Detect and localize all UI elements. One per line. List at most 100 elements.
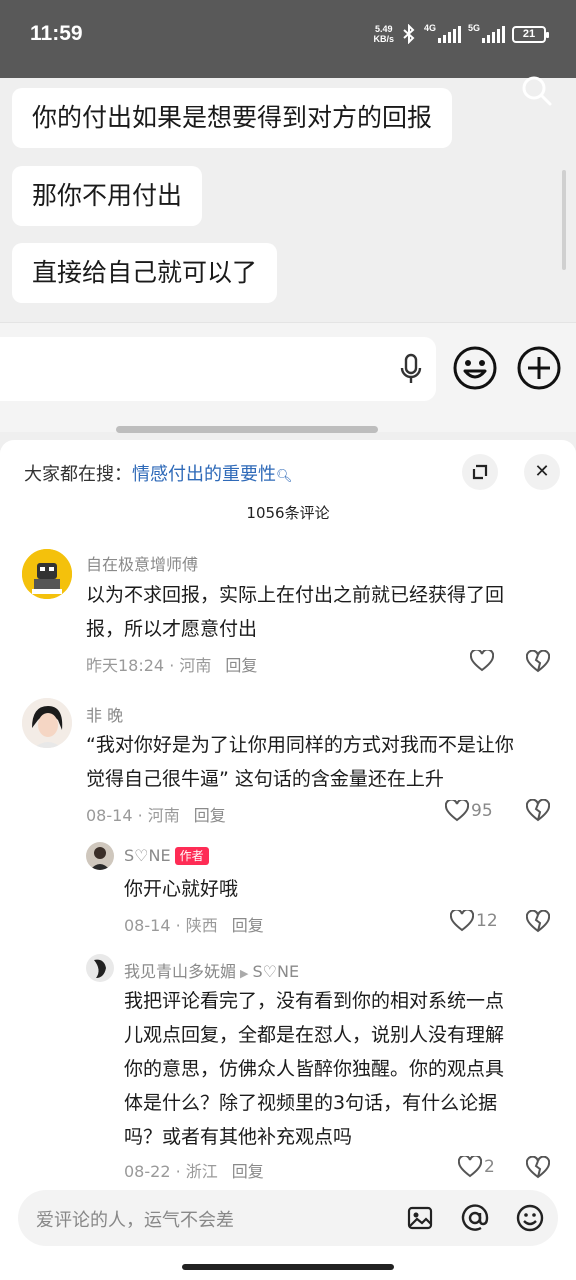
comment-username[interactable]: 非 晚 (86, 702, 123, 726)
reply-username-text[interactable]: 我见青山多妩媚 (124, 962, 236, 981)
expand-button[interactable] (462, 454, 498, 490)
comment-input[interactable]: 爱评论的人，运气不会差 (18, 1190, 558, 1246)
image-icon[interactable] (406, 1204, 434, 1232)
signal-4g-label: 4G (424, 23, 437, 33)
search-suggestion[interactable]: 大家都在搜：情感付出的重要性🔍︎ (24, 460, 293, 486)
broken-heart-icon[interactable] (526, 1156, 550, 1180)
like-button[interactable]: 12 (450, 910, 498, 932)
like-button[interactable]: 95 (445, 800, 493, 822)
reply-location: 浙江 (185, 1162, 218, 1181)
heart-icon (458, 1156, 482, 1178)
chat-input-bar (0, 322, 576, 432)
chat-bubble: 那你不用付出 (12, 166, 203, 226)
comment-username[interactable]: 自在极意增师傅 (86, 551, 198, 575)
battery-icon: 21 (512, 25, 549, 43)
status-icons: 5.49 KB/s 4G 5G 21 (373, 23, 549, 44)
status-bar: 11:59 5.49 KB/s 4G 5G 21 (0, 0, 576, 78)
signal-5g-label: 5G (468, 23, 481, 33)
comment-text-line: “我对你好是为了让你用同样的方式对我而不是让你 (86, 734, 514, 756)
net-speed-unit: KB/s (373, 34, 394, 44)
video-progress-bar[interactable] (116, 426, 378, 433)
avatar[interactable] (86, 954, 114, 982)
like-button[interactable] (470, 650, 496, 672)
reply-to-username[interactable]: S♡NE (252, 962, 299, 981)
reply-location: 陕西 (185, 916, 218, 935)
close-icon: ✕ (534, 461, 550, 482)
mention-icon[interactable] (461, 1204, 489, 1232)
search-icon[interactable] (520, 74, 554, 108)
comment-location: 河南 (147, 806, 180, 825)
search-small-icon: 🔍︎ (276, 469, 293, 484)
reply-button[interactable]: 回复 (194, 806, 226, 825)
comment-text: “我对你好是为了让你用同样的方式对我而不是让你 觉得自己很牛逼” 这句话的含金量… (86, 728, 514, 796)
signal-4g-icon: 4G (424, 23, 461, 43)
net-speed-value: 5.49 (374, 24, 393, 34)
chat-scrollbar (562, 170, 566, 270)
heart-icon (450, 910, 474, 932)
status-time: 11:59 (30, 22, 83, 45)
like-button[interactable]: 2 (458, 1156, 495, 1178)
emoji-icon[interactable] (516, 1204, 544, 1232)
reply-button[interactable]: 回复 (232, 916, 264, 935)
emoji-icon (453, 346, 497, 390)
heart-icon (470, 650, 494, 672)
reply-text-line: 你开心就好哦 (124, 878, 239, 900)
chat-input-field (0, 337, 436, 401)
reply-text: 你开心就好哦 (124, 872, 238, 906)
broken-heart-icon[interactable] (526, 910, 550, 934)
broken-heart-icon[interactable] (526, 650, 550, 674)
search-suggestion-prefix: 大家都在搜： (24, 464, 132, 485)
reply-text-line: 体是什么？除了视频里的3句话，有什么论据 (124, 1092, 498, 1114)
reply-button[interactable]: 回复 (225, 656, 257, 675)
comment-meta: 08-14 · 河南 回复 (86, 806, 226, 825)
comment-text-line: 觉得自己很牛逼” 这句话的含金量还在上升 (86, 768, 444, 790)
reply-time: 08-14 (124, 916, 171, 935)
net-speed: 5.49 KB/s (373, 24, 394, 44)
broken-heart-icon[interactable] (526, 799, 550, 823)
comment-text: 以为不求回报，实际上在付出之前就已经获得了回 报，所以才愿意付出 (86, 578, 504, 646)
avatar[interactable] (86, 842, 114, 870)
reply-text-line: 你的意思，仿佛众人皆醉你独醒。你的观点具 (124, 1058, 505, 1080)
avatar[interactable] (22, 549, 72, 599)
chat-bubble: 你的付出如果是想要得到对方的回报 (12, 88, 453, 148)
avatar[interactable] (22, 698, 72, 748)
reply-text-line: 儿观点回复，全都是在怼人，说别人没有理解 (124, 1024, 505, 1046)
avatar-image (22, 549, 72, 599)
expand-icon (472, 464, 488, 480)
reply-username[interactable]: S♡NE 作者 (124, 846, 209, 865)
search-suggestion-keyword[interactable]: 情感付出的重要性 (132, 464, 276, 485)
avatar-image (86, 954, 114, 982)
comment-input-placeholder: 爱评论的人，运气不会差 (36, 1210, 234, 1231)
reply-button[interactable]: 回复 (232, 1162, 264, 1181)
reply-arrow-icon: ▶ (240, 967, 249, 980)
reply-username[interactable]: 我见青山多妩媚 ▶ S♡NE (124, 958, 299, 982)
comment-time: 08-14 (86, 806, 133, 825)
reply-text-line: 吗？或者有其他补充观点吗 (124, 1126, 353, 1148)
comment-time: 昨天18:24 (86, 656, 165, 675)
reply-time: 08-22 (124, 1162, 171, 1181)
comment-meta: 昨天18:24 · 河南 回复 (86, 656, 258, 675)
heart-icon (445, 800, 469, 822)
bluetooth-icon (403, 24, 415, 44)
reply-username-text[interactable]: S♡NE (124, 846, 171, 865)
video-player[interactable]: 你的付出如果是想要得到对方的回报 那你不用付出 直接给自己就可以了 (0, 76, 576, 450)
microphone-icon (400, 353, 422, 383)
author-badge: 作者 (174, 847, 209, 865)
comment-text-line: 以为不求回报，实际上在付出之前就已经获得了回 (86, 584, 505, 606)
reply-text-line: 我把评论看完了，没有看到你的相对系统一点 (124, 990, 505, 1012)
like-count: 95 (471, 801, 493, 821)
chat-bubble: 直接给自己就可以了 (12, 243, 278, 303)
comment-text-line: 报，所以才愿意付出 (86, 618, 258, 640)
avatar-image (22, 698, 72, 748)
reply-meta: 08-22 · 浙江 回复 (124, 1162, 264, 1181)
plus-icon (517, 346, 561, 390)
like-count: 2 (484, 1157, 495, 1177)
reply-text: 我把评论看完了，没有看到你的相对系统一点 儿观点回复，全都是在怼人，说别人没有理… (124, 984, 504, 1154)
close-button[interactable]: ✕ (524, 454, 560, 490)
signal-5g-icon: 5G (468, 23, 505, 43)
avatar-image (86, 842, 114, 870)
home-indicator[interactable] (182, 1264, 394, 1270)
comment-panel: 大家都在搜：情感付出的重要性🔍︎ ✕ 1056条评论 自在极意增师傅 以为不求回… (0, 440, 576, 1280)
comment-count: 1056条评论 (246, 504, 330, 522)
like-count: 12 (476, 911, 498, 931)
